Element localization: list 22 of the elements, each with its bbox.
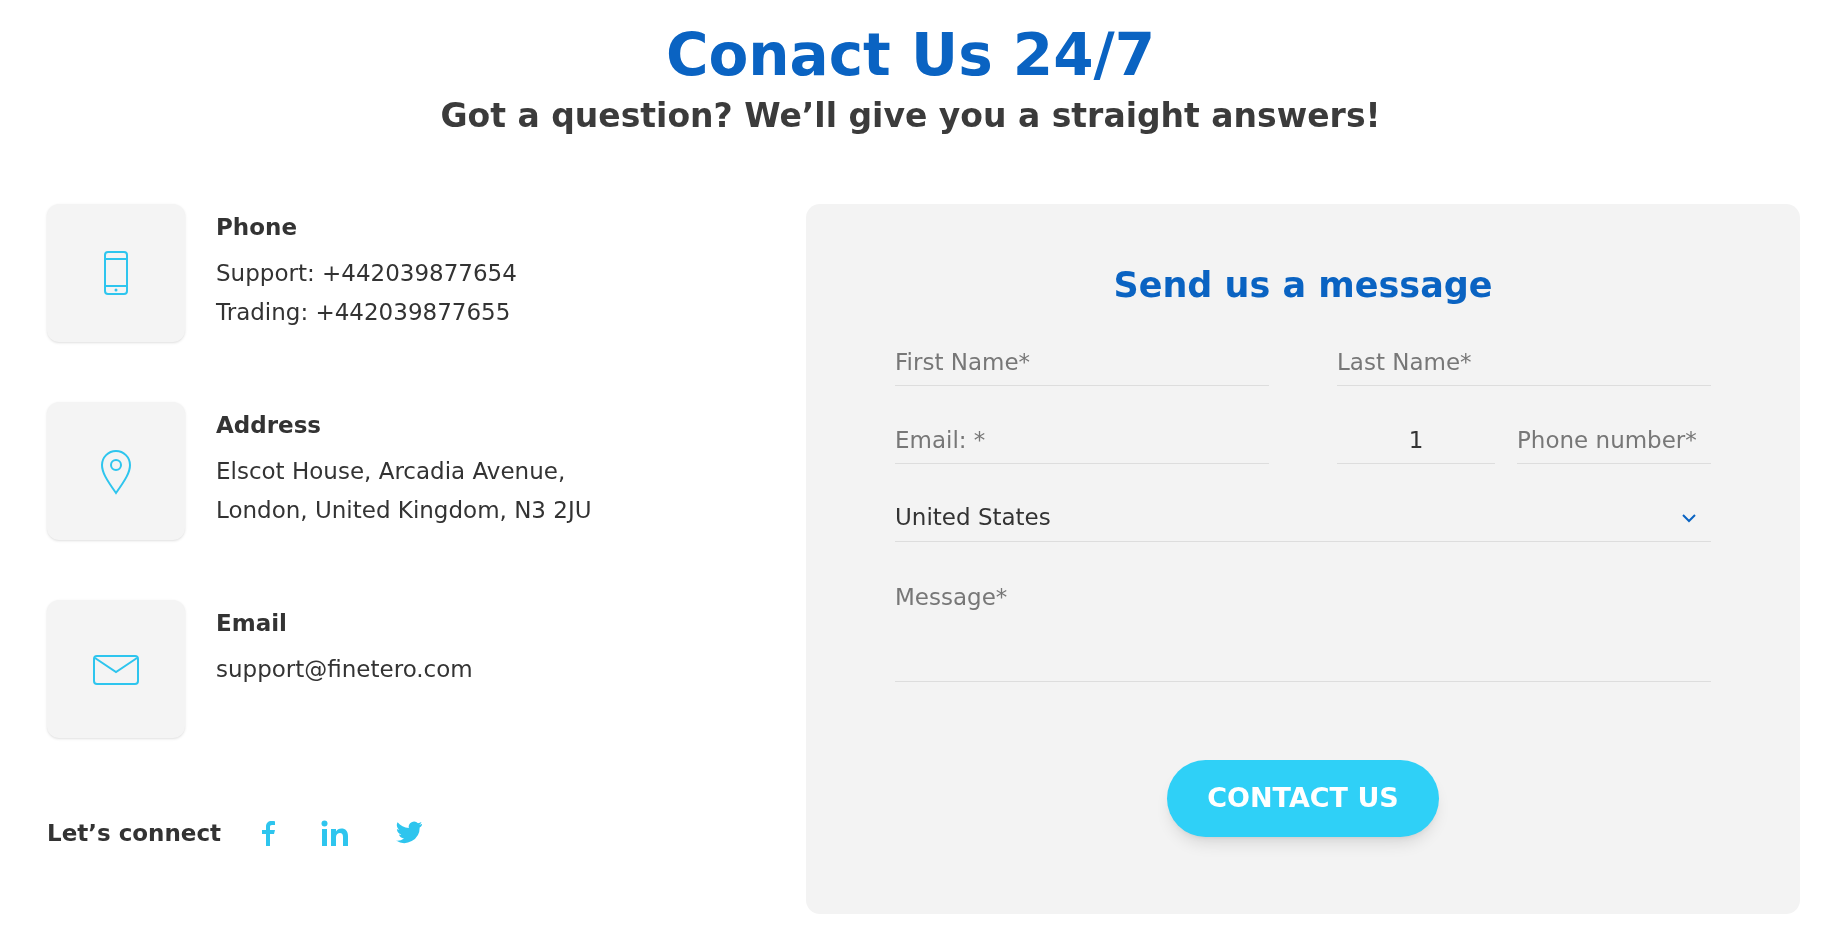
country-dropdown[interactable]: United States bbox=[895, 494, 1711, 542]
linkedin-icon[interactable] bbox=[321, 820, 350, 847]
contact-title: Email bbox=[216, 609, 288, 638]
contact-detail: Trading: +442039877655 bbox=[216, 298, 512, 327]
contact-detail: Elscot House, Arcadia Avenue, bbox=[216, 457, 567, 486]
connect-label: Let’s connect bbox=[47, 819, 222, 848]
country-code-field[interactable]: 1 bbox=[1337, 416, 1495, 464]
form-title: Send us a message bbox=[1112, 264, 1494, 307]
input-field[interactable]: Phone number* bbox=[1517, 416, 1711, 464]
contact-title: Phone bbox=[216, 213, 298, 242]
contact-title: Address bbox=[216, 411, 323, 440]
page-heading: Conact Us 24/7 bbox=[665, 20, 1156, 91]
contact-detail: support@finetero.com bbox=[216, 655, 473, 684]
contact-detail: Support: +442039877654 bbox=[216, 259, 517, 288]
page-subheading: Got a question? We’ll give you a straight answers! bbox=[440, 95, 1381, 137]
input-field[interactable]: First Name* bbox=[895, 338, 1269, 386]
facebook-icon[interactable] bbox=[261, 820, 276, 847]
input-field[interactable]: Last Name* bbox=[1337, 338, 1711, 386]
contact-detail: London, United Kingdom, N3 2JU bbox=[216, 496, 592, 525]
chevron-down-icon bbox=[1681, 512, 1697, 523]
message-field[interactable]: Message* bbox=[895, 572, 1711, 682]
input-field[interactable]: Email: * bbox=[895, 416, 1269, 464]
